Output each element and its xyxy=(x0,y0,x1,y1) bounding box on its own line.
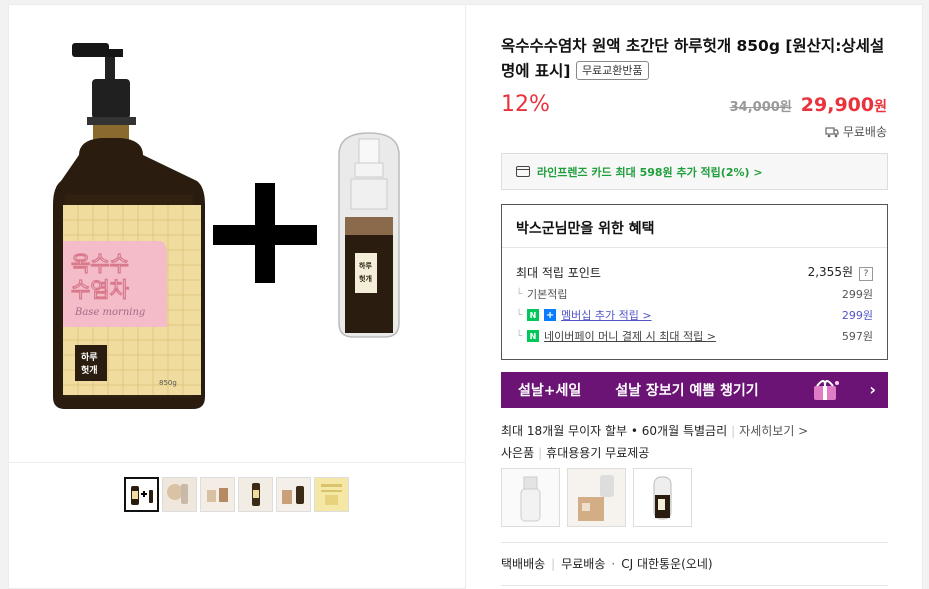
thumbnail-6[interactable] xyxy=(314,477,349,512)
thumbnail-1[interactable] xyxy=(124,477,159,512)
basic-points-label-wrap: └ 기본적립 xyxy=(516,286,568,302)
separator: | xyxy=(731,424,736,438)
thumbnail-4[interactable] xyxy=(238,477,273,512)
dot-separator: · xyxy=(611,557,616,571)
separator: | xyxy=(551,557,556,571)
banner-event-label: 설날+세일 xyxy=(518,383,582,399)
naverpay-points-label-wrap: └ N 네이버페이 머니 결제 시 최대 적립 > xyxy=(516,328,716,344)
sale-price-unit: 원 xyxy=(874,99,887,115)
shipping-text: 무료배송 xyxy=(842,125,887,139)
thumbnail-3-image xyxy=(201,478,234,511)
gift-image-2-svg xyxy=(568,469,625,526)
small-brand-line2-text: 헛개 xyxy=(359,274,372,283)
sale-price-value: 29,900 xyxy=(800,94,875,116)
banner-headline: 설날 장보기 예쁨 챙기기 xyxy=(615,383,759,399)
help-icon[interactable]: ? xyxy=(859,267,873,281)
gift-image-1[interactable] xyxy=(501,468,560,527)
thumbnail-2[interactable] xyxy=(162,477,197,512)
brand-line1-text: 하루 xyxy=(81,351,98,363)
installment-more-link[interactable]: 자세히보기 > xyxy=(739,424,808,438)
free-return-badge[interactable]: 무료교환반품 xyxy=(575,61,649,80)
event-banner[interactable]: 설날+세일 설날 장보기 예쁨 챙기기 › xyxy=(501,372,888,408)
card-promo-box[interactable]: 라인프렌즈 카드 최대 598원 추가 적립(2%) > xyxy=(501,153,888,190)
max-points-row: 최대 적립 포인트 2,355원? xyxy=(516,263,873,281)
credit-card-icon xyxy=(516,166,530,177)
price-block: 34,000원 29,900원 xyxy=(730,94,887,116)
thumbnail-2-image xyxy=(163,478,196,511)
divider xyxy=(501,585,888,586)
gift-image-2[interactable] xyxy=(567,468,626,527)
volume-text: 850g xyxy=(159,379,177,387)
naverpay-icon: N xyxy=(527,330,540,342)
product-image-svg: 옥수수 수염차 Base morning 하루 헛개 850g 하루 헛개 xyxy=(9,5,465,462)
basic-points-row: └ 기본적립 299원 xyxy=(516,286,873,302)
thumbnail-6-image xyxy=(315,478,348,511)
membership-points-row: └ N + 멤버십 추가 적립 > 299원 xyxy=(516,307,873,323)
thumbnail-strip xyxy=(124,477,349,512)
basic-points-value: 299원 xyxy=(841,288,873,301)
card-promo-text: 라인프렌즈 카드 최대 598원 추가 적립(2%) > xyxy=(537,165,763,179)
naverpay-points-value: 597원 xyxy=(841,330,873,343)
thumbnail-3[interactable] xyxy=(200,477,235,512)
gift-image-3-svg xyxy=(634,469,691,526)
naver-n-icon: N xyxy=(527,309,540,321)
product-gallery: 옥수수 수염차 Base morning 하루 헛개 850g 하루 헛개 xyxy=(8,4,466,589)
membership-points-link[interactable]: 멤버십 추가 적립 > xyxy=(561,307,652,323)
delivery-info: 택배배송 | 무료배송 · CJ 대한통운(오네) xyxy=(501,555,713,572)
installment-info: 최대 18개월 무이자 할부 • 60개월 특별금리 | 자세히보기 > xyxy=(501,422,808,439)
original-price: 34,000원 xyxy=(729,100,792,115)
max-points-label: 최대 적립 포인트 xyxy=(516,265,601,280)
thumbnail-1-image xyxy=(126,479,157,510)
delivery-free: 무료배송 xyxy=(561,557,606,571)
gift-image-list xyxy=(501,468,692,527)
installment-text: 최대 18개월 무이자 할부 • 60개월 특별금리 xyxy=(501,424,728,438)
brand-line2-text: 헛개 xyxy=(81,364,98,376)
elbow-icon: └ xyxy=(516,309,523,321)
shipping-info: 무료배송 xyxy=(825,123,887,140)
plus-icon: + xyxy=(544,309,557,321)
chevron-right-icon: › xyxy=(869,380,876,399)
label-line2-text: 수염차 xyxy=(71,278,130,302)
naverpay-points-link[interactable]: 네이버페이 머니 결제 시 최대 적립 > xyxy=(544,328,716,344)
product-title: 옥수수수염차 원액 초간단 하루헛개 850g [원산지:상세설명에 표시] 무… xyxy=(501,34,891,84)
gift-box-icon xyxy=(814,380,839,400)
divider xyxy=(501,542,888,543)
thumbnail-5[interactable] xyxy=(276,477,311,512)
naverpay-points-row: └ N 네이버페이 머니 결제 시 최대 적립 > 597원 xyxy=(516,328,873,344)
membership-points-value: 299원 xyxy=(841,309,873,322)
gift-label: 사은품 xyxy=(501,446,535,460)
delivery-method: 택배배송 xyxy=(501,557,546,571)
truck-icon xyxy=(825,126,839,137)
product-info-panel: 옥수수수염차 원액 초간단 하루헛개 850g [원산지:상세설명에 표시] 무… xyxy=(466,4,923,589)
gift-image-3[interactable] xyxy=(633,468,692,527)
elbow-icon: └ xyxy=(516,288,523,300)
thumbnail-4-image xyxy=(239,478,272,511)
max-points-value: 2,355원 xyxy=(807,265,853,279)
discount-rate: 12% xyxy=(501,92,550,117)
label-sub-text: Base morning xyxy=(74,307,145,318)
max-points-value-wrap: 2,355원? xyxy=(808,263,873,281)
product-title-text: 옥수수수염차 원액 초간단 하루헛개 850g [원산지:상세설명에 표시] xyxy=(501,37,885,80)
thumbnail-5-image xyxy=(277,478,310,511)
delivery-courier: CJ 대한통운(오네) xyxy=(621,557,713,571)
free-gift-info: 사은품 | 휴대용용기 무료제공 xyxy=(501,444,649,461)
member-benefit-box: 박스군님만을 위한 혜택 최대 적립 포인트 2,355원? └ 기본적립 299… xyxy=(501,204,888,360)
gift-text: 휴대용용기 무료제공 xyxy=(546,446,650,460)
sale-price: 29,900원 xyxy=(801,94,887,116)
gift-image-1-svg xyxy=(502,469,559,526)
membership-points-label-wrap: └ N + 멤버십 추가 적립 > xyxy=(516,307,652,323)
basic-points-label: 기본적립 xyxy=(527,288,568,301)
main-product-image[interactable]: 옥수수 수염차 Base morning 하루 헛개 850g 하루 헛개 xyxy=(9,5,465,463)
separator: | xyxy=(538,446,543,460)
benefit-title: 박스군님만을 위한 혜택 xyxy=(502,205,887,248)
small-brand-line1-text: 하루 xyxy=(359,261,372,270)
elbow-icon: └ xyxy=(516,330,523,342)
label-line1-text: 옥수수 xyxy=(71,252,129,276)
